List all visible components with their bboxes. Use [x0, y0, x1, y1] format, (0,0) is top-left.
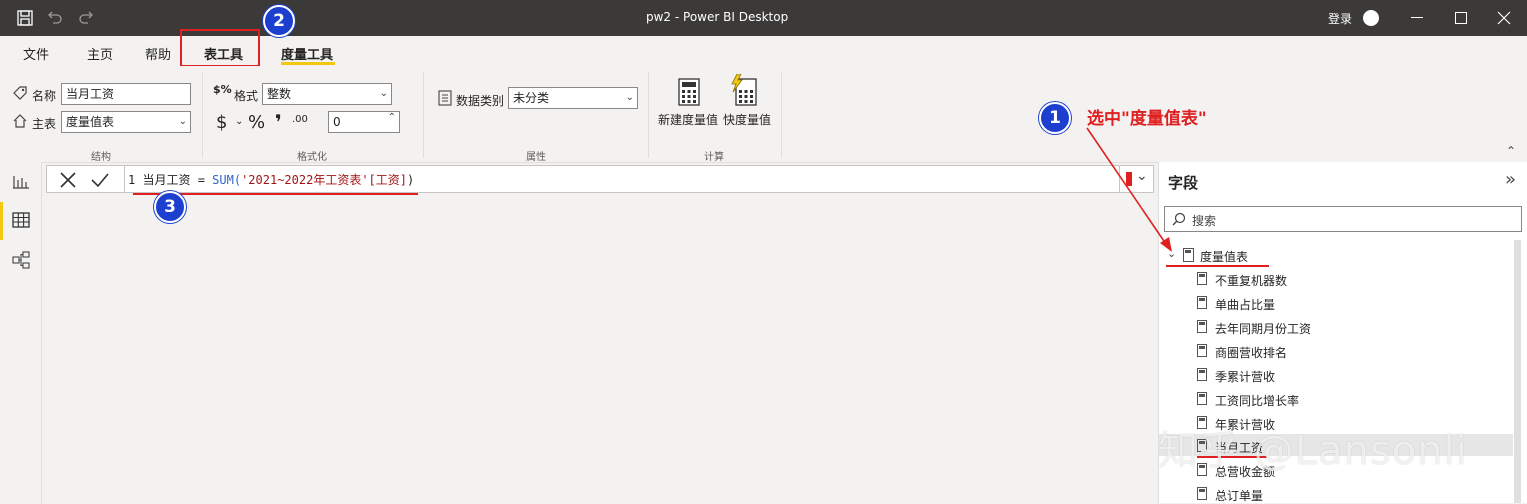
line-number: 1	[128, 173, 136, 187]
field-item[interactable]: 商圈营收排名	[1215, 344, 1287, 361]
decimals-stepper[interactable]: 0 ⌃	[328, 111, 400, 133]
annotation-step-3: 3	[154, 191, 186, 223]
field-item[interactable]: 去年同期月份工资	[1215, 320, 1311, 337]
minimize-icon[interactable]	[1411, 17, 1423, 18]
data-category-label: 数据类别	[456, 94, 505, 108]
format-label: 格式	[234, 89, 259, 103]
format-select[interactable]: 整数 ⌄	[262, 83, 392, 105]
calculator-icon	[1197, 392, 1207, 405]
field-item[interactable]: 不重复机器数	[1215, 272, 1287, 289]
ribbon-tabs: 文件 主页 帮助 表工具 度量工具 2	[0, 5, 1527, 67]
home-table-select[interactable]: 度量值表 ⌄	[61, 111, 191, 133]
table-underline	[1166, 265, 1269, 267]
cancel-icon[interactable]	[59, 171, 77, 189]
formula-bar: 1 当月工资 = SUM('2021~2022年工资表'[工资]) ⌄	[46, 165, 1154, 193]
save-icon[interactable]	[16, 9, 34, 27]
group-label-formatting: 格式化	[297, 152, 327, 163]
field-item[interactable]: 单曲占比量	[1215, 296, 1275, 313]
chevron-down-icon[interactable]: ⌄	[235, 116, 243, 127]
currency-button[interactable]: $	[216, 112, 227, 133]
group-label-properties: 属性	[526, 152, 546, 163]
scrollbar[interactable]	[1514, 240, 1521, 503]
new-measure-icon[interactable]	[678, 78, 700, 106]
search-input[interactable]: 搜索	[1192, 212, 1216, 229]
collapse-ribbon-icon[interactable]: ⌃	[1506, 144, 1516, 158]
tab-home[interactable]: 主页	[87, 44, 113, 63]
active-view-indicator	[0, 202, 3, 240]
window-title: pw2 - Power BI Desktop	[646, 10, 789, 24]
calculator-icon	[1197, 320, 1207, 333]
annotation-arrow	[1086, 127, 1172, 252]
tab-measure-tools[interactable]: 度量工具	[281, 44, 333, 63]
divider	[124, 166, 125, 192]
divider	[781, 72, 782, 158]
report-view-icon[interactable]	[12, 173, 30, 189]
dax-close-paren: )	[407, 173, 415, 187]
chevron-down-icon: ⌄	[379, 88, 388, 99]
divider	[423, 72, 424, 158]
format-value: 整数	[267, 87, 292, 101]
group-label-calculations: 计算	[704, 152, 724, 163]
comma-button[interactable]: ❜	[275, 110, 282, 134]
group-label-structure: 结构	[91, 152, 111, 163]
calculator-icon	[1197, 272, 1207, 285]
data-category-value: 未分类	[513, 91, 550, 105]
data-category-icon	[438, 90, 452, 106]
home-table-label: 主表	[32, 117, 57, 131]
calculator-icon	[1197, 344, 1207, 357]
active-tab-indicator	[281, 62, 335, 65]
tag-icon	[13, 86, 27, 100]
tab-help[interactable]: 帮助	[145, 44, 171, 63]
field-item[interactable]: 季累计营收	[1215, 368, 1275, 385]
home-icon	[13, 114, 27, 128]
calculator-icon	[1197, 368, 1207, 381]
avatar[interactable]	[1363, 10, 1379, 26]
data-category-select[interactable]: 未分类 ⌄	[508, 87, 638, 109]
stepper-up-icon[interactable]: ⌃	[388, 108, 396, 128]
annotation-step-1: 1	[1039, 102, 1071, 134]
decimals-value: 0	[333, 115, 341, 129]
field-item[interactable]: 总订单量	[1215, 487, 1263, 504]
divider	[202, 72, 203, 158]
signin-link[interactable]: 登录	[1328, 10, 1352, 27]
name-label: 名称	[32, 89, 57, 103]
divider	[648, 72, 649, 158]
dax-equals: =	[190, 173, 213, 187]
percent-button[interactable]: %	[248, 112, 265, 133]
data-view-icon[interactable]	[12, 212, 30, 228]
annotation-step-2: 2	[263, 5, 295, 37]
new-measure-button[interactable]: 新建度量值	[658, 111, 718, 128]
tab-file[interactable]: 文件	[23, 44, 49, 63]
dax-function: SUM(	[212, 173, 242, 187]
redo-icon[interactable]	[77, 9, 95, 27]
table-tools-highlight-box	[180, 29, 260, 67]
quick-measure-button[interactable]: 快度量值	[723, 111, 771, 128]
view-nav	[0, 162, 42, 503]
chevron-down-icon: ⌄	[625, 92, 634, 103]
field-item[interactable]: 工资同比增长率	[1215, 392, 1299, 409]
decimal-button[interactable]: .00	[292, 114, 308, 125]
model-view-icon[interactable]	[12, 251, 30, 269]
measure-name: 当月工资	[142, 173, 191, 187]
close-icon[interactable]	[1497, 11, 1511, 25]
calculator-icon	[1197, 296, 1207, 309]
dax-expression[interactable]: 1 当月工资 = SUM('2021~2022年工资表'[工资])	[128, 171, 414, 188]
format-icon: $%	[213, 83, 232, 96]
watermark: 知乎 @Lansonli	[1158, 428, 1468, 474]
home-table-value: 度量值表	[66, 115, 115, 129]
maximize-icon[interactable]	[1455, 12, 1467, 24]
undo-icon[interactable]	[46, 9, 64, 27]
calculator-icon	[1197, 487, 1207, 500]
ribbon: 名称 当月工资 主表 度量值表 ⌄ 结构 $% 格式 整数 ⌄ $ ⌄ % ❜ …	[0, 66, 1527, 163]
chevron-down-icon: ⌄	[178, 116, 187, 127]
collapse-pane-icon[interactable]: »	[1505, 169, 1516, 190]
calculator-table-icon	[1183, 248, 1194, 262]
name-input[interactable]: 当月工资	[61, 83, 191, 105]
table-name[interactable]: 度量值表	[1200, 248, 1248, 265]
commit-icon[interactable]	[90, 171, 110, 189]
fields-search[interactable]: 搜索	[1164, 206, 1522, 232]
dax-argument: '2021~2022年工资表'[工资]	[241, 173, 407, 187]
quick-measure-icon[interactable]	[731, 74, 757, 106]
